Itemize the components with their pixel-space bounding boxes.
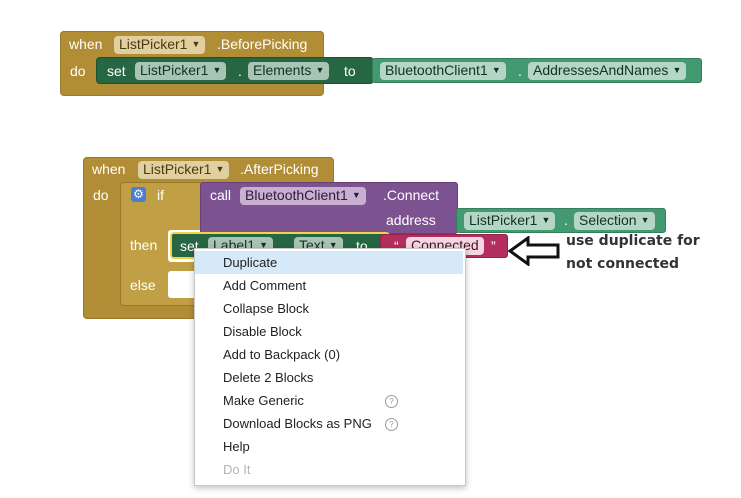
event-name: .BeforePicking — [217, 36, 308, 52]
call-keyword: call — [210, 187, 232, 203]
menu-item-download-png[interactable]: Download Blocks as PNG? — [195, 412, 463, 435]
component-dropdown[interactable]: BluetoothClient1 ▼ — [380, 62, 506, 80]
menu-item-duplicate[interactable]: Duplicate — [195, 251, 463, 274]
dropdown-arrow-icon: ▼ — [351, 190, 361, 200]
property-dropdown[interactable]: Selection ▼ — [574, 212, 655, 230]
menu-item-help[interactable]: Help — [195, 435, 463, 458]
dot-separator: . — [518, 63, 522, 79]
context-menu: Duplicate Add Comment Collapse Block Dis… — [194, 248, 466, 486]
menu-item-delete-blocks[interactable]: Delete 2 Blocks — [195, 366, 463, 389]
component-dropdown[interactable]: BluetoothClient1 ▼ — [240, 187, 366, 205]
property-dropdown[interactable]: AddressesAndNames ▼ — [528, 62, 687, 80]
help-icon[interactable]: ? — [385, 418, 398, 431]
dropdown-arrow-icon: ▼ — [541, 215, 551, 225]
dropdown-arrow-icon: ▼ — [491, 65, 501, 75]
set-keyword: set — [107, 63, 126, 79]
menu-item-do-it: Do It — [223, 462, 251, 477]
component-dropdown[interactable]: ListPicker1 ▼ — [464, 212, 556, 230]
menu-item-disable-block[interactable]: Disable Block — [195, 320, 463, 343]
property-dropdown[interactable]: Elements ▼ — [248, 62, 330, 80]
param-label: address — [386, 212, 436, 228]
help-icon[interactable]: ? — [385, 395, 398, 408]
menu-item-add-to-backpack[interactable]: Add to Backpack (0) — [195, 343, 463, 366]
dropdown-arrow-icon: ▼ — [215, 164, 225, 174]
do-keyword: do — [70, 63, 86, 79]
do-keyword: do — [93, 187, 109, 203]
when-keyword: when — [69, 36, 103, 52]
dot-separator: . — [564, 212, 568, 228]
dropdown-arrow-icon: ▼ — [315, 65, 325, 75]
dropdown-arrow-icon: ▼ — [212, 65, 222, 75]
when-keyword: when — [92, 161, 126, 177]
gear-icon[interactable]: ⚙ — [131, 187, 146, 202]
menu-item-make-generic[interactable]: Make Generic? — [195, 389, 463, 412]
if-keyword: if — [157, 187, 164, 203]
left-arrow-icon — [508, 236, 560, 266]
component-dropdown[interactable]: ListPicker1 ▼ — [138, 161, 230, 179]
to-keyword: to — [344, 63, 356, 79]
component-dropdown[interactable]: ListPicker1 ▼ — [135, 62, 227, 80]
close-quote: ” — [491, 238, 496, 254]
annotation-line-2: not connected — [566, 256, 680, 272]
method-name: .Connect — [383, 187, 440, 203]
then-keyword: then — [130, 237, 158, 253]
else-keyword: else — [130, 277, 156, 293]
dot-separator: . — [238, 63, 242, 79]
menu-item-collapse-block[interactable]: Collapse Block — [195, 297, 463, 320]
dropdown-arrow-icon: ▼ — [672, 65, 682, 75]
annotation-line-1: use duplicate for — [566, 233, 700, 249]
dropdown-arrow-icon: ▼ — [640, 215, 650, 225]
event-name: .AfterPicking — [240, 161, 319, 177]
menu-item-add-comment[interactable]: Add Comment — [195, 274, 463, 297]
dropdown-arrow-icon: ▼ — [191, 39, 201, 49]
component-dropdown[interactable]: ListPicker1 ▼ — [114, 36, 206, 54]
